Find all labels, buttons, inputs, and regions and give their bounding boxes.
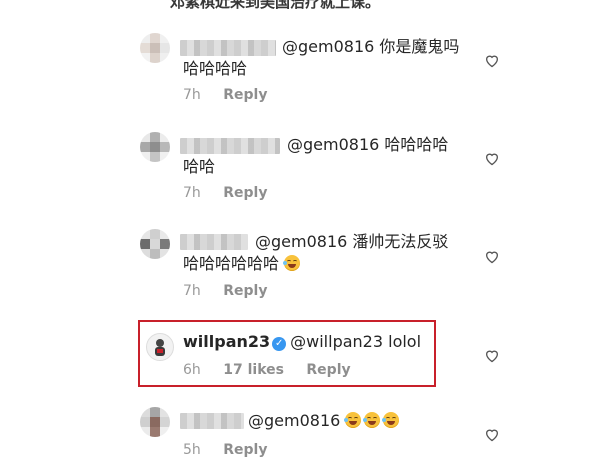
heart-icon[interactable] — [484, 249, 500, 264]
comment-text-line2: 哈哈哈哈哈哈 — [183, 253, 303, 275]
avatar[interactable] — [140, 33, 170, 63]
username-link[interactable]: willpan23 — [183, 332, 270, 351]
comment-text-line2: 哈哈 — [183, 157, 216, 176]
comment-meta: 6h 17 likes Reply — [183, 362, 369, 378]
avatar[interactable] — [140, 132, 170, 162]
heart-icon[interactable] — [484, 348, 500, 363]
comment-text: @gem0816 — [248, 410, 402, 432]
verified-badge-icon: ✓ — [272, 337, 287, 351]
crying-laughing-emoji-icon — [382, 412, 400, 428]
heart-icon[interactable] — [484, 53, 500, 68]
comment-text: willpan23 ✓ @willpan23 lolol — [183, 332, 422, 351]
reply-button[interactable]: Reply — [223, 185, 267, 201]
timestamp: 7h — [183, 185, 201, 201]
comment-meta: 7h Reply — [183, 185, 285, 201]
avatar[interactable] — [146, 333, 174, 361]
blurred-username — [180, 413, 244, 429]
blurred-username — [180, 138, 280, 154]
mention-link[interactable]: @gem0816 — [287, 135, 379, 154]
reply-button[interactable]: Reply — [223, 87, 267, 103]
timestamp: 5h — [183, 442, 201, 458]
mention-link[interactable]: @gem0816 — [255, 232, 347, 251]
reply-button[interactable]: Reply — [306, 362, 350, 378]
comment-meta: 7h Reply — [183, 283, 285, 299]
timestamp: 6h — [183, 362, 201, 378]
top-caption: 邓紫棋近来到美国治疗就上课。 — [170, 0, 381, 11]
comment-text: @gem0816 你是魔鬼吗 — [282, 37, 460, 56]
comment-meta: 7h Reply — [183, 87, 285, 103]
timestamp: 7h — [183, 87, 201, 103]
avatar[interactable] — [140, 229, 170, 259]
comment-text: @gem0816 潘帅无法反驳 — [255, 232, 449, 251]
comment-text-line2: 哈哈哈哈 — [183, 59, 248, 78]
mention-link[interactable]: @willpan23 — [290, 332, 383, 351]
comment-meta: 5h Reply — [183, 442, 285, 458]
heart-icon[interactable] — [484, 427, 500, 442]
timestamp: 7h — [183, 283, 201, 299]
blurred-username — [180, 234, 248, 250]
comment-text: @gem0816 哈哈哈哈 — [287, 135, 449, 154]
likes-count[interactable]: 17 likes — [223, 362, 284, 378]
crying-laughing-emoji-icon — [283, 255, 301, 271]
reply-button[interactable]: Reply — [223, 442, 267, 458]
avatar-image — [155, 339, 165, 356]
avatar[interactable] — [140, 407, 170, 437]
mention-link[interactable]: @gem0816 — [282, 37, 374, 56]
mention-link[interactable]: @gem0816 — [248, 411, 340, 430]
crying-laughing-emoji-icon — [363, 412, 381, 428]
reply-button[interactable]: Reply — [223, 283, 267, 299]
crying-laughing-emoji-icon — [344, 412, 362, 428]
blurred-username — [180, 40, 276, 56]
heart-icon[interactable] — [484, 151, 500, 166]
